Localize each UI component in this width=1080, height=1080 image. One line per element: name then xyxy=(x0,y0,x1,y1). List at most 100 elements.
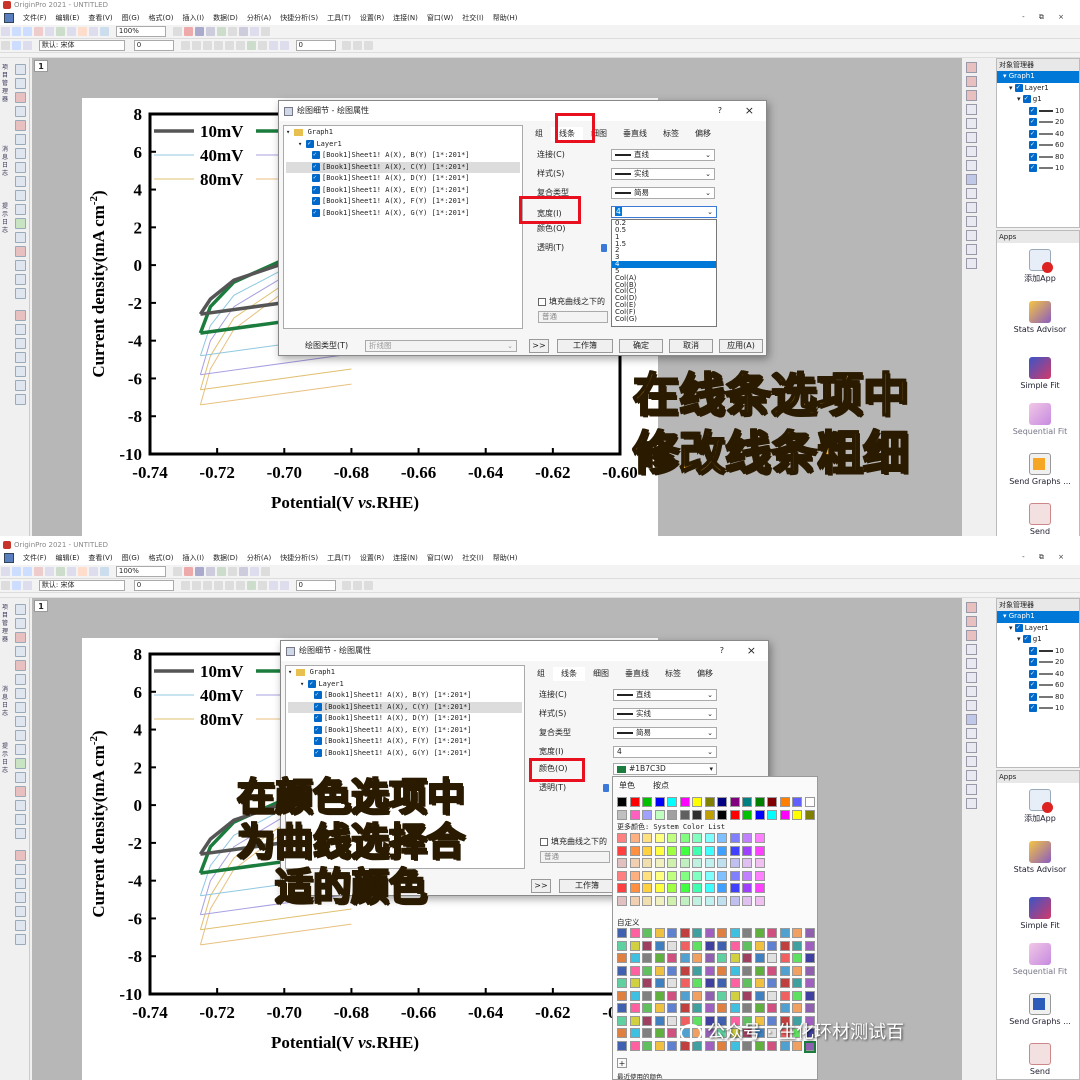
insert-equation-icon[interactable] xyxy=(15,828,26,839)
more-color-swatch[interactable] xyxy=(654,895,665,906)
basic-color-swatch[interactable] xyxy=(704,797,715,807)
custom-color-swatch[interactable] xyxy=(654,1028,665,1038)
format-icon[interactable] xyxy=(1,41,10,50)
add-layer-icon[interactable] xyxy=(23,41,32,50)
more-color-swatch[interactable] xyxy=(679,845,690,856)
new-icon[interactable] xyxy=(1,567,10,576)
layer-icon-tool[interactable] xyxy=(15,878,26,889)
custom-color-swatch[interactable] xyxy=(642,928,652,938)
pattern-tool-icon[interactable] xyxy=(966,146,977,157)
basic-color-swatch[interactable] xyxy=(654,797,665,807)
custom-color-swatch[interactable] xyxy=(717,1003,727,1013)
more-color-swatch[interactable] xyxy=(629,833,640,843)
fill-mode-select[interactable]: 普通 xyxy=(538,311,608,323)
tree-plot-item[interactable]: [Book1]Sheet1! A(X), D(Y) [1*:201*] xyxy=(286,172,520,185)
screen-reader-icon[interactable] xyxy=(15,106,26,117)
tree-plot-item-selected[interactable]: [Book1]Sheet1! A(X), C(Y) [1*:201*] xyxy=(288,701,522,713)
fill-tool-icon[interactable] xyxy=(966,672,977,683)
more-color-swatch[interactable] xyxy=(654,833,665,843)
menu-data[interactable]: 数据(D) xyxy=(213,553,238,563)
custom-color-swatch[interactable] xyxy=(767,928,777,938)
zoom-in-icon[interactable] xyxy=(172,27,182,36)
scale-tool-icon[interactable] xyxy=(15,632,26,643)
tree-plot-item[interactable]: [Book1]Sheet1! A(X), F(Y) [1*:201*] xyxy=(288,735,522,748)
custom-colors-label[interactable]: 自定义 xyxy=(617,917,640,928)
picker-tab-by-point[interactable]: 按点 xyxy=(653,780,669,791)
custom-color-swatch[interactable] xyxy=(679,965,690,976)
custom-color-swatch[interactable] xyxy=(779,953,790,963)
tree-plot-item[interactable]: [Book1]Sheet1! A(X), G(Y) [1*:201*] xyxy=(286,207,520,220)
custom-color-swatch[interactable] xyxy=(667,1040,677,1051)
border-icon[interactable] xyxy=(353,41,363,50)
custom-color-swatch[interactable] xyxy=(742,940,752,951)
basic-color-swatch[interactable] xyxy=(704,809,715,820)
custom-color-swatch[interactable] xyxy=(742,1003,752,1013)
more-color-swatch[interactable] xyxy=(617,845,627,856)
custom-color-swatch[interactable] xyxy=(804,953,815,963)
symbol-tool-icon[interactable] xyxy=(966,104,977,115)
tree-plot-item[interactable]: [Book1]Sheet1! A(X), D(Y) [1*:201*] xyxy=(288,712,522,725)
group-tool-icon[interactable] xyxy=(966,230,977,241)
width-option[interactable]: 2 xyxy=(612,247,716,254)
custom-color-swatch[interactable] xyxy=(667,990,677,1001)
color-scale-icon[interactable] xyxy=(15,850,26,861)
custom-color-swatch[interactable] xyxy=(792,940,802,951)
font-color-icon[interactable] xyxy=(246,581,256,590)
checkbox-icon[interactable] xyxy=(1029,140,1037,151)
checkbox-icon[interactable] xyxy=(1014,623,1023,633)
new-workbook-icon[interactable] xyxy=(12,567,21,576)
custom-color-swatch[interactable] xyxy=(717,953,727,963)
fill-color-icon[interactable] xyxy=(257,41,267,50)
layer-icon[interactable] xyxy=(183,567,193,576)
fill-under-checkbox[interactable]: 填充曲线之下的 xyxy=(538,295,605,309)
checkbox-icon[interactable] xyxy=(312,184,320,195)
custom-color-swatch[interactable] xyxy=(792,1003,802,1013)
compound-select[interactable]: 简易 ⌄ xyxy=(613,727,717,739)
font-size-field[interactable]: 0 xyxy=(133,580,174,591)
custom-color-swatch[interactable] xyxy=(629,965,640,976)
custom-color-swatch[interactable] xyxy=(642,953,652,963)
transparency-slider[interactable] xyxy=(603,784,609,792)
custom-color-swatch[interactable] xyxy=(629,928,640,938)
custom-color-swatch[interactable] xyxy=(779,928,790,938)
custom-color-swatch[interactable] xyxy=(704,990,715,1001)
width-option[interactable]: Col(G) xyxy=(612,315,716,323)
custom-color-swatch[interactable] xyxy=(617,990,627,1001)
width-option[interactable]: 3 xyxy=(612,254,716,261)
greek-icon[interactable] xyxy=(235,41,245,50)
tree-plot-item-selected[interactable]: [Book1]Sheet1! A(X), C(Y) [1*:201*] xyxy=(286,161,520,173)
tab-vertical-line[interactable]: 垂直线 xyxy=(615,127,655,141)
tree-layer[interactable]: ▾ Layer1 xyxy=(288,678,522,691)
custom-color-swatch[interactable] xyxy=(617,928,627,938)
width-option-selected[interactable]: 4 xyxy=(612,261,716,268)
custom-color-swatch[interactable] xyxy=(767,965,777,976)
custom-color-swatch[interactable] xyxy=(617,978,627,988)
more-color-swatch[interactable] xyxy=(754,895,765,906)
line-style-tool-icon[interactable] xyxy=(966,118,977,129)
width-option[interactable]: 0.5 xyxy=(612,226,716,234)
ungroup-tool-icon[interactable] xyxy=(966,244,977,255)
custom-color-swatch[interactable] xyxy=(654,965,665,976)
more-color-swatch[interactable] xyxy=(617,858,627,868)
draw-data-icon[interactable] xyxy=(15,148,26,159)
custom-color-swatch[interactable] xyxy=(617,1003,627,1013)
basic-color-swatch[interactable] xyxy=(779,797,790,807)
checkbox-icon[interactable] xyxy=(1029,106,1037,116)
custom-color-swatch[interactable] xyxy=(654,928,665,938)
more-color-swatch[interactable] xyxy=(654,845,665,856)
grid-icon[interactable] xyxy=(15,934,26,945)
custom-color-swatch[interactable] xyxy=(629,940,640,951)
custom-color-swatch[interactable] xyxy=(717,965,727,976)
width-select[interactable]: 4 ⌄ xyxy=(613,746,717,758)
line-tool-icon[interactable] xyxy=(15,190,26,201)
basic-color-swatch[interactable] xyxy=(667,797,677,807)
italic-icon[interactable] xyxy=(191,41,201,50)
custom-color-swatch[interactable] xyxy=(704,928,715,938)
front-tool-icon[interactable] xyxy=(966,202,977,213)
legend-tool-icon[interactable] xyxy=(15,324,26,335)
menu-insert[interactable]: 插入(I) xyxy=(183,13,205,23)
custom-color-swatch[interactable] xyxy=(792,965,802,976)
refresh-icon[interactable] xyxy=(89,27,98,36)
custom-color-swatch[interactable] xyxy=(767,940,777,951)
line-width-icon[interactable] xyxy=(279,41,289,50)
